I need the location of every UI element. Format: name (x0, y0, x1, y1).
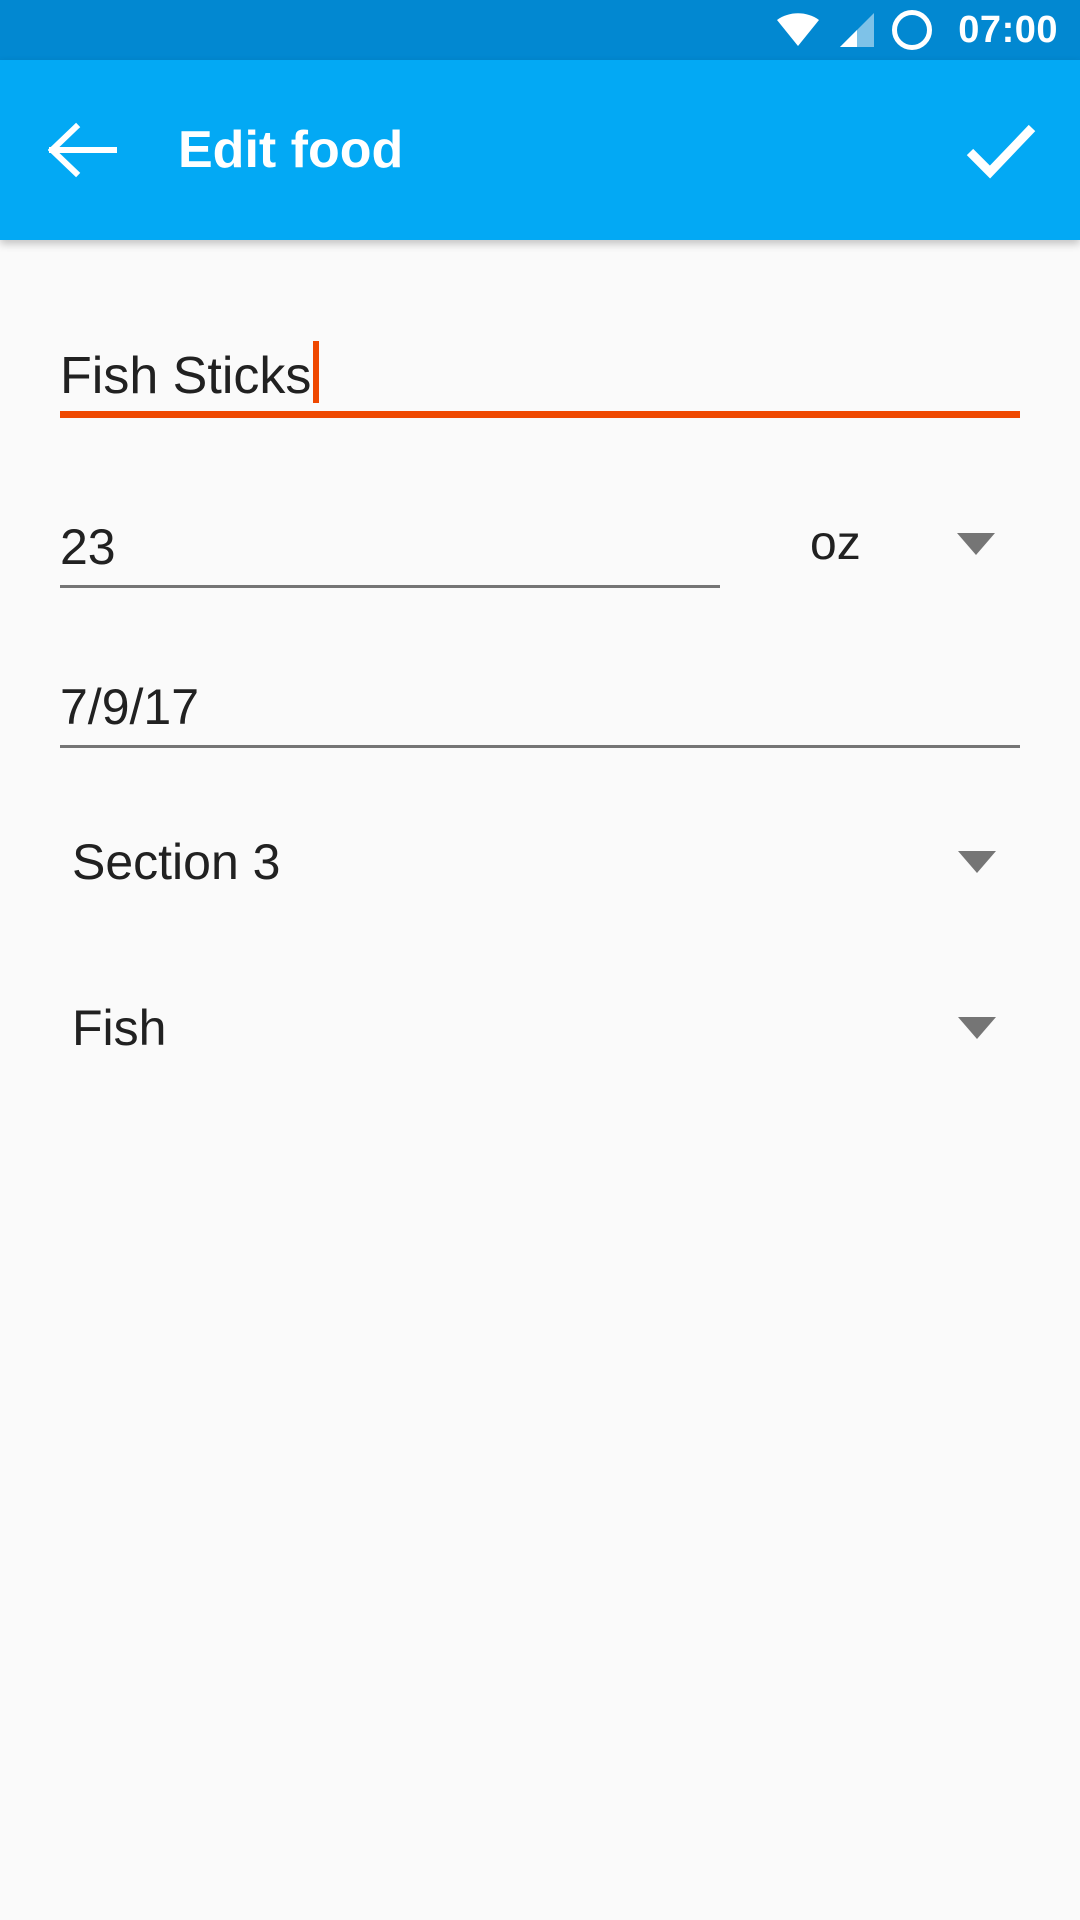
quantity-underline (60, 585, 720, 588)
back-button[interactable] (40, 107, 126, 193)
category-value: Fish (72, 1000, 167, 1056)
confirm-button[interactable] (956, 105, 1046, 195)
caret-down-icon (958, 1017, 996, 1039)
caret-down-icon (958, 851, 996, 873)
circle-icon (892, 10, 933, 50)
wifi-icon (776, 13, 820, 47)
section-value: Section 3 (72, 834, 281, 890)
food-name-underline (60, 411, 1020, 418)
text-cursor (313, 341, 320, 403)
form-content: Fish Sticks 23 oz 7/9/17 Section 3 Fish (0, 308, 1080, 1920)
food-name-field[interactable]: Fish Sticks (60, 308, 1020, 418)
quantity-row: 23 oz (60, 470, 1020, 588)
category-spinner[interactable]: Fish (60, 976, 1020, 1080)
unit-spinner[interactable]: oz (810, 520, 1020, 588)
caret-down-icon (956, 533, 995, 555)
date-field[interactable]: 7/9/17 (60, 682, 1020, 748)
unit-value: oz (810, 517, 861, 570)
status-bar-icons: 07:00 (776, 0, 1058, 60)
app-bar: Edit food (0, 60, 1080, 240)
signal-icon (836, 12, 876, 48)
page-title: Edit food (178, 121, 404, 179)
quantity-field[interactable]: 23 (60, 522, 720, 588)
arrow-left-icon (48, 122, 118, 178)
food-name-input-row[interactable]: Fish Sticks (60, 331, 1020, 418)
section-spinner[interactable]: Section 3 (60, 810, 1020, 914)
status-bar: 07:00 (0, 0, 1080, 60)
date-underline (60, 745, 1020, 748)
status-bar-clock: 07:00 (958, 9, 1058, 51)
date-row: 7/9/17 (60, 636, 1020, 748)
food-name-value: Fish Sticks (60, 347, 312, 405)
date-value: 7/9/17 (60, 679, 200, 735)
quantity-value: 23 (60, 519, 116, 575)
check-icon (964, 120, 1038, 180)
